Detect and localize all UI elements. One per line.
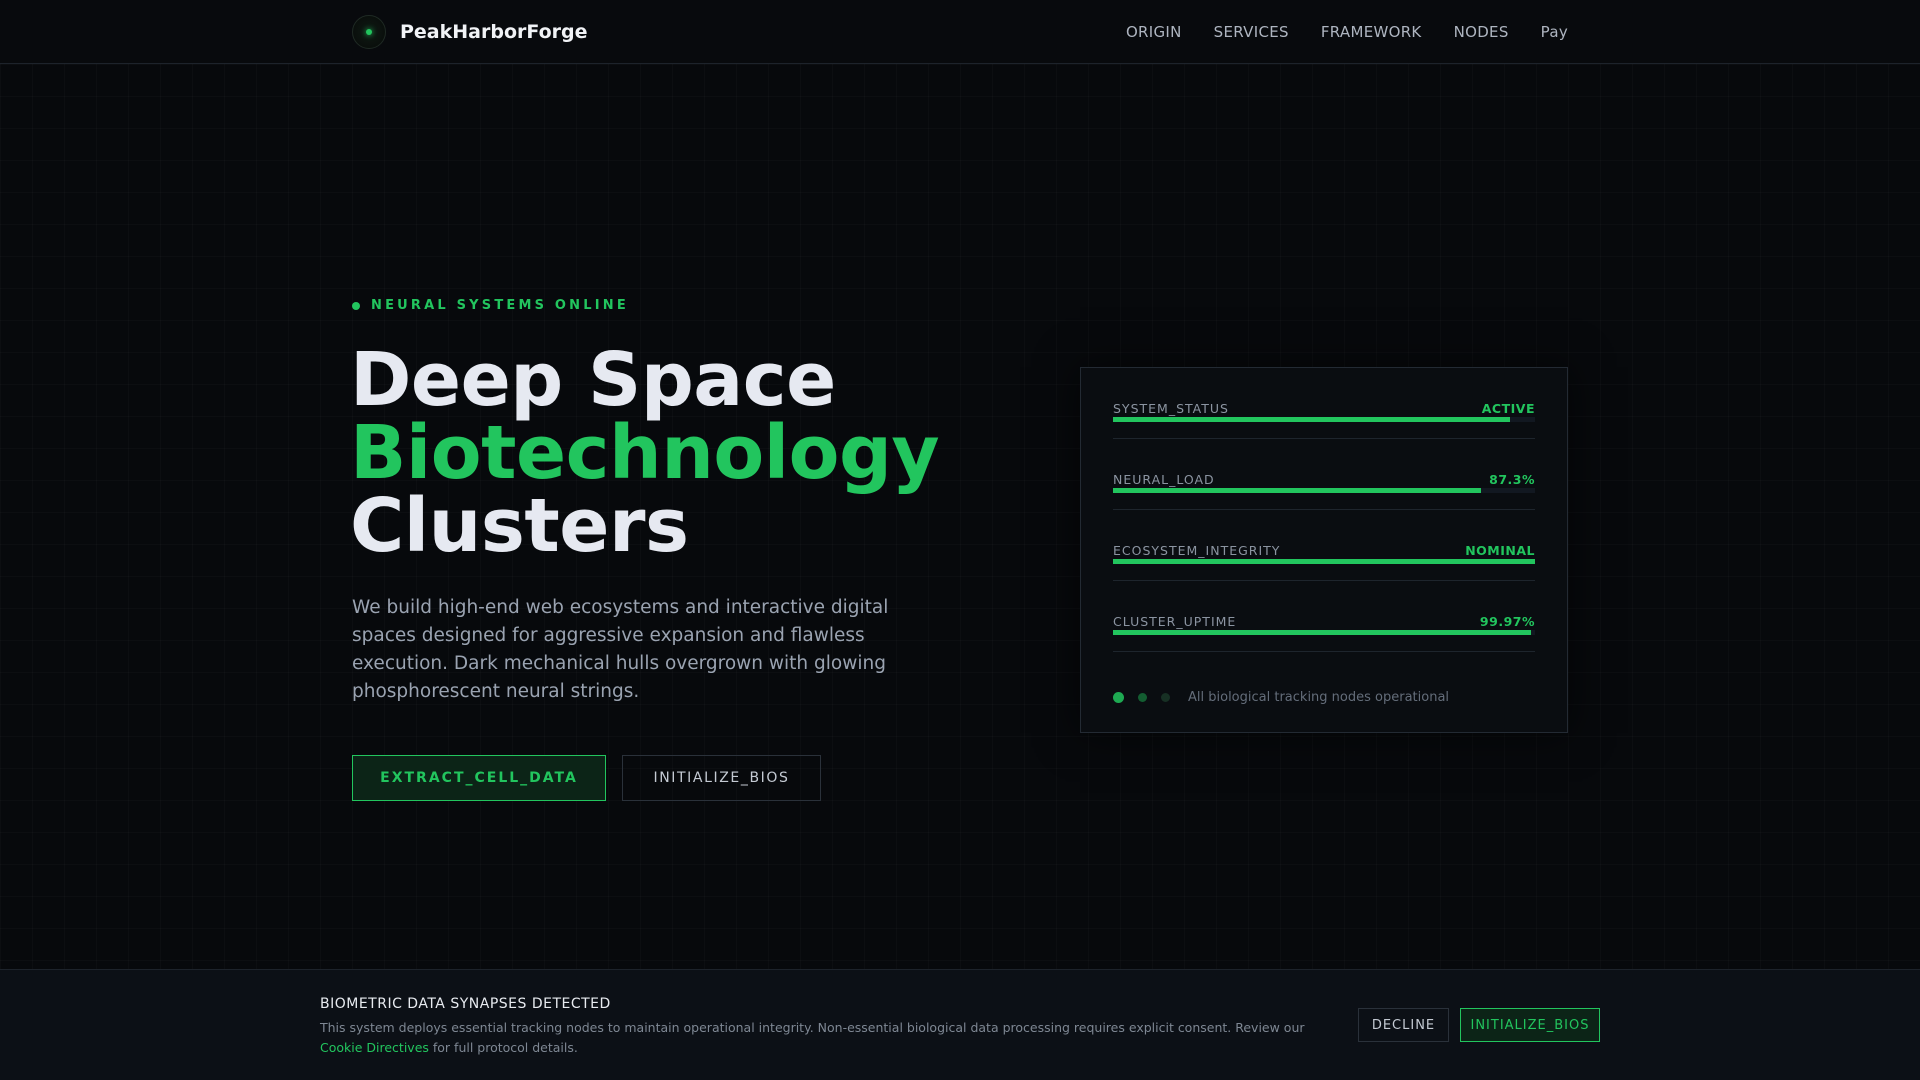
hero-status: NEURAL SYSTEMS ONLINE [352,298,629,313]
nav-pay[interactable]: Pay [1541,23,1568,41]
node-dot-icon [1113,692,1124,703]
nav-origin[interactable]: ORIGIN [1126,23,1182,41]
system-status-panel: SYSTEM_STATUS ACTIVE NEURAL_LOAD 87.3% E… [1080,367,1568,733]
metric-bar [1113,630,1535,635]
brand-name: PeakHarborForge [400,21,588,43]
cookie-title: BIOMETRIC DATA SYNAPSES DETECTED [320,996,611,1012]
metric-bar-fill [1113,630,1531,635]
nav-services[interactable]: SERVICES [1214,23,1289,41]
metric-label: SYSTEM_STATUS [1113,401,1229,416]
nav-framework[interactable]: FRAMEWORK [1321,23,1422,41]
top-navbar: PeakHarborForge ORIGIN SERVICES FRAMEWOR… [0,0,1920,64]
metric-bar [1113,417,1535,422]
hero-description: We build high-end web ecosystems and int… [352,597,889,702]
metric-value: 99.97% [1479,614,1535,629]
node-dot-icon [1161,693,1170,702]
metric-label: NEURAL_LOAD [1113,472,1215,487]
metric-bar [1113,488,1535,493]
metric-bar-fill [1113,417,1510,422]
metric-cluster-uptime: CLUSTER_UPTIME 99.97% [1113,581,1535,652]
metric-label: ECOSYSTEM_INTEGRITY [1113,543,1281,558]
metric-value: NOMINAL [1465,543,1535,558]
nav-nodes[interactable]: NODES [1454,23,1509,41]
metric-bar-fill [1113,559,1535,564]
cookie-text: This system deploys essential tracking n… [320,1018,1330,1058]
brand[interactable]: PeakHarborForge [352,15,588,49]
metric-value: ACTIVE [1481,401,1535,416]
hero-title-line-3: Clusters [350,483,689,569]
initialize-bios-button[interactable]: INITIALIZE_BIOS [622,755,821,801]
cookie-text-after: for full protocol details. [428,1040,578,1055]
metric-ecosystem-integrity: ECOSYSTEM_INTEGRITY NOMINAL [1113,510,1535,581]
hero-title: Deep Space Biotechnology Clusters [350,337,940,569]
cookie-accept-button[interactable]: INITIALIZE_BIOS [1460,1008,1600,1042]
hero-title-line-1: Deep Space [350,337,836,423]
metric-neural-load: NEURAL_LOAD 87.3% [1113,439,1535,510]
hero-title-line-2: Biotechnology [350,410,940,496]
cookie-text-before: This system deploys essential tracking n… [320,1020,1305,1035]
metric-value: 87.3% [1489,472,1535,487]
panel-footer: All biological tracking nodes operationa… [1113,690,1449,705]
metric-bar [1113,559,1535,564]
metric-label: CLUSTER_UPTIME [1113,614,1237,629]
node-dot-icon [1138,693,1147,702]
cookie-directives-link[interactable]: Cookie Directives [320,1040,429,1055]
status-dot-icon [352,301,360,310]
brand-logo-icon [352,15,386,49]
cookie-decline-button[interactable]: DECLINE [1358,1008,1449,1042]
extract-cell-data-button[interactable]: EXTRACT_CELL_DATA [352,755,606,801]
cookie-banner: BIOMETRIC DATA SYNAPSES DETECTED This sy… [0,969,1920,1080]
panel-footer-text: All biological tracking nodes operationa… [1188,690,1450,705]
hero-status-text: NEURAL SYSTEMS ONLINE [371,298,629,313]
metric-system-status: SYSTEM_STATUS ACTIVE [1113,368,1535,439]
main-nav: ORIGIN SERVICES FRAMEWORK NODES Pay [1126,23,1568,41]
metric-bar-fill [1113,488,1482,493]
